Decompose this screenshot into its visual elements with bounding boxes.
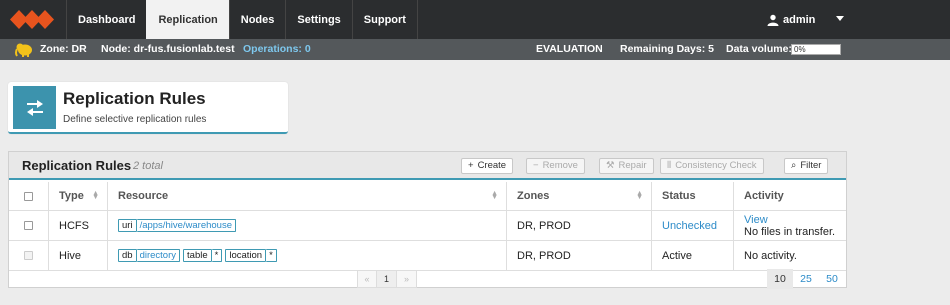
license-label: EVALUATION <box>536 43 603 55</box>
column-header-activity: Activity <box>734 182 846 210</box>
row-checkbox[interactable] <box>24 251 33 260</box>
nav-tab-dashboard[interactable]: Dashboard <box>66 0 146 39</box>
user-icon <box>767 14 779 26</box>
filter-button[interactable]: ⌕ Filter <box>784 158 829 174</box>
sort-icon: ▲ ▼ <box>491 190 498 201</box>
view-activity-link[interactable]: View <box>744 214 768 226</box>
table-row[interactable]: HCFS uri /apps/hive/warehouse DR, PROD U… <box>9 211 846 241</box>
replication-rules-panel: Replication Rules 2 total + Create − Remov… <box>8 151 847 289</box>
resource-value: * <box>266 249 277 262</box>
remaining-days-label: Remaining Days: 5 <box>620 43 714 55</box>
resource-tag: location * <box>225 249 277 262</box>
repair-button-label: Repair <box>618 160 647 171</box>
consistency-check-button[interactable]: ⦀ Consistency Check <box>660 158 764 174</box>
chevron-down-icon[interactable] <box>836 16 844 21</box>
panel-header: Replication Rules 2 total + Create − Remov… <box>9 152 846 180</box>
prev-page-button[interactable]: « <box>357 270 377 288</box>
column-header-type[interactable]: Type ▲ ▼ <box>49 182 108 210</box>
sort-icon: ▲ ▼ <box>636 190 643 201</box>
table-header-row: Type ▲ ▼ Resource ▲ ▼ Zones ▲ ▼ Status Acti… <box>9 182 846 211</box>
wandisco-logo-icon[interactable] <box>0 0 66 39</box>
column-header-status-label: Status <box>662 190 696 202</box>
nav-tab-nodes[interactable]: Nodes <box>228 0 286 39</box>
type-cell: HCFS <box>49 211 108 240</box>
resource-tag: db directory <box>118 249 181 262</box>
resource-tag: table * <box>183 249 223 262</box>
node-label: Node: dr-fus.fusionlab.test <box>101 43 235 55</box>
page-subtitle: Define selective replication rules <box>63 114 207 125</box>
nav-tab-replication[interactable]: Replication <box>146 0 229 39</box>
create-button[interactable]: + Create <box>461 158 514 174</box>
activity-text: No files in transfer. <box>744 225 836 238</box>
next-page-button[interactable]: » <box>397 270 417 288</box>
status-cell: Unchecked <box>652 211 734 240</box>
remove-button[interactable]: − Remove <box>526 158 585 174</box>
resource-key: table <box>183 249 212 262</box>
filter-button-label: Filter <box>800 160 822 171</box>
nav-tab-settings[interactable]: Settings <box>285 0 351 39</box>
resource-cell: db directory table * location * <box>108 241 507 270</box>
page-1-button[interactable]: 1 <box>377 270 397 288</box>
resource-value-link[interactable]: directory <box>136 249 181 262</box>
nav-tab-support[interactable]: Support <box>351 0 418 39</box>
page-size-10[interactable]: 10 <box>767 269 793 289</box>
consistency-check-label: Consistency Check <box>675 160 757 171</box>
repair-button[interactable]: ⚒ Repair <box>599 158 654 174</box>
page-title: Replication Rules <box>63 89 206 108</box>
select-all-checkbox[interactable] <box>24 191 33 201</box>
type-cell: Hive <box>49 241 108 270</box>
resource-value-link[interactable]: /apps/hive/warehouse <box>136 219 236 232</box>
status-cell: Active <box>652 241 734 270</box>
zone-label: Zone: DR <box>40 43 87 55</box>
create-button-label: Create <box>477 160 507 171</box>
status-link[interactable]: Unchecked <box>662 220 717 232</box>
activity-cell: View No files in transfer. <box>734 211 846 240</box>
zones-cell: DR, PROD <box>507 211 652 240</box>
page-header-card: Replication Rules Define selective repli… <box>8 82 288 134</box>
panel-title: Replication Rules <box>22 158 132 173</box>
resource-key: location <box>225 249 267 262</box>
activity-text: No activity. <box>744 249 797 262</box>
remove-button-label: Remove <box>542 160 578 171</box>
data-volume-label: Data volume: <box>726 43 792 55</box>
resource-key: uri <box>118 219 137 232</box>
resource-value: * <box>211 249 223 262</box>
column-header-type-label: Type <box>59 190 84 202</box>
table-row[interactable]: Hive db directory table * location * DR,… <box>9 241 846 271</box>
data-volume-bar: 0% <box>791 44 841 55</box>
plus-icon: + <box>468 160 474 171</box>
page-size-25[interactable]: 25 <box>793 269 819 289</box>
zones-cell: DR, PROD <box>507 241 652 270</box>
sort-icon: ▲ ▼ <box>92 190 99 201</box>
resource-key: db <box>118 249 137 262</box>
wrench-icon: ⚒ <box>606 160 615 171</box>
resource-cell: uri /apps/hive/warehouse <box>108 211 507 240</box>
header-checkbox-cell <box>9 182 49 210</box>
minus-icon: − <box>533 160 539 171</box>
replication-arrows-icon <box>13 86 56 129</box>
column-header-resource-label: Resource <box>118 190 169 202</box>
row-checkbox-cell <box>9 211 49 240</box>
page-size-selector: 10 25 50 <box>767 269 845 289</box>
column-header-zones[interactable]: Zones ▲ ▼ <box>507 182 652 210</box>
page-size-50[interactable]: 50 <box>819 269 845 289</box>
row-checkbox-cell <box>9 241 49 270</box>
user-menu[interactable]: admin <box>767 0 815 39</box>
resource-tag: uri /apps/hive/warehouse <box>118 219 236 232</box>
top-navbar: Dashboard Replication Nodes Settings Sup… <box>0 0 950 39</box>
row-checkbox[interactable] <box>24 221 33 230</box>
operations-link[interactable]: Operations: 0 <box>243 39 311 60</box>
column-header-status: Status <box>652 182 734 210</box>
column-header-resource[interactable]: Resource ▲ ▼ <box>108 182 507 210</box>
search-icon: ⌕ <box>791 160 797 171</box>
user-name: admin <box>783 13 816 26</box>
activity-cell: No activity. <box>734 241 846 270</box>
main-nav-tabs: Dashboard Replication Nodes Settings Sup… <box>66 0 418 39</box>
column-header-zones-label: Zones <box>517 190 550 202</box>
column-header-activity-label: Activity <box>744 190 784 202</box>
columns-icon: ⦀ <box>667 160 672 171</box>
pagination: « 1 » <box>357 270 417 288</box>
rule-count: 2 total <box>133 160 163 172</box>
elephant-icon <box>15 43 32 57</box>
